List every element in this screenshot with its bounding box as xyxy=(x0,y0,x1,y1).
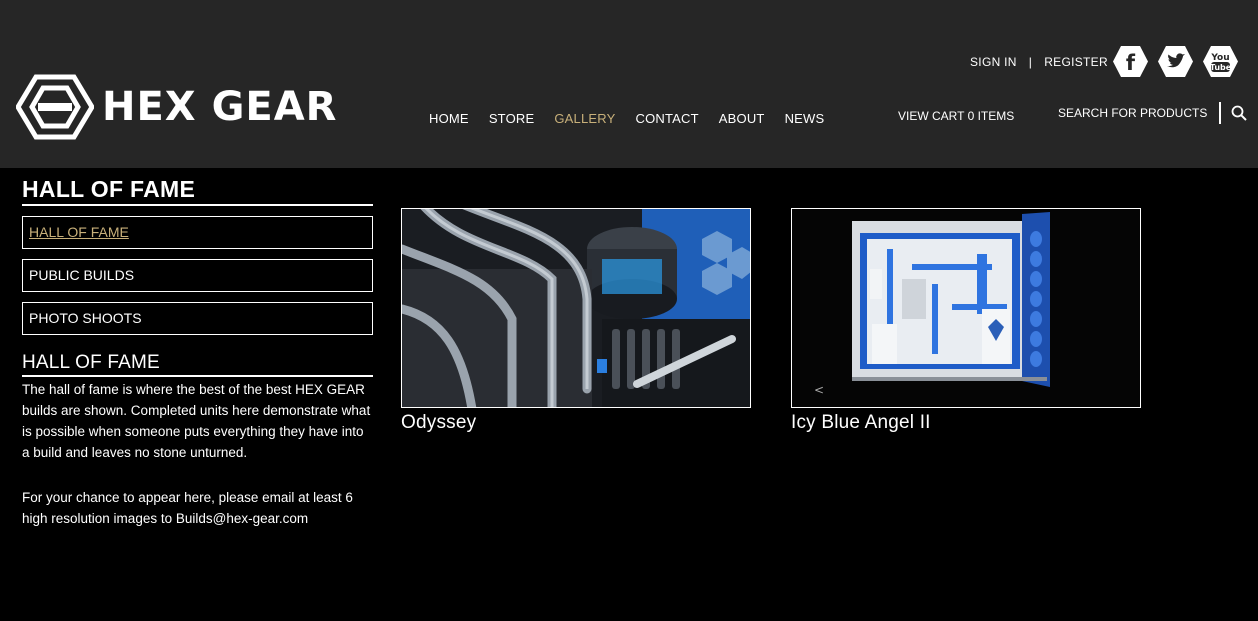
section-title: HALL OF FAME xyxy=(22,352,373,377)
gallery-sidebar: HALL OF FAME HALL OF FAME PUBLIC BUILDS … xyxy=(22,176,373,529)
nav-home[interactable]: HOME xyxy=(429,111,469,126)
search-input[interactable]: SEARCH FOR PRODUCTS xyxy=(1058,106,1207,120)
brand-logo[interactable]: HEX GEAR xyxy=(16,74,337,140)
account-divider: | xyxy=(1028,55,1033,69)
site-header: HEX GEAR SIGN IN | REGISTER f You Tube H… xyxy=(0,0,1258,168)
social-links: f You Tube xyxy=(1112,45,1239,78)
brand-name: HEX GEAR xyxy=(102,84,338,130)
main-nav: HOME STORE GALLERY CONTACT ABOUT NEWS xyxy=(429,111,844,126)
register-link[interactable]: REGISTER xyxy=(1044,55,1108,69)
submission-text: For your chance to appear here, please e… xyxy=(22,490,353,526)
gallery-item[interactable]: Odyssey xyxy=(401,208,751,434)
youtube-icon[interactable]: You Tube xyxy=(1202,45,1239,78)
icy-blue-angel-image: < xyxy=(792,209,1140,407)
svg-text:<: < xyxy=(814,383,824,397)
nav-store[interactable]: STORE xyxy=(489,111,535,126)
gallery-item-title[interactable]: Icy Blue Angel II xyxy=(791,412,1141,434)
account-links: SIGN IN | REGISTER xyxy=(970,55,1108,69)
description-text: The hall of fame is where the best of th… xyxy=(22,382,371,460)
twitter-icon[interactable] xyxy=(1157,45,1194,78)
sign-in-link[interactable]: SIGN IN xyxy=(970,55,1017,69)
gallery-thumbnail[interactable] xyxy=(401,208,751,408)
search-box[interactable]: SEARCH FOR PRODUCTS xyxy=(1058,102,1248,124)
gallery-item-title[interactable]: Odyssey xyxy=(401,412,751,434)
gallery-item[interactable]: < Icy Blue Angel II xyxy=(791,208,1141,434)
nav-news[interactable]: NEWS xyxy=(785,111,825,126)
nav-contact[interactable]: CONTACT xyxy=(636,111,699,126)
nav-gallery[interactable]: GALLERY xyxy=(554,111,615,126)
svg-text:Tube: Tube xyxy=(1210,63,1232,72)
category-photo-shoots[interactable]: PHOTO SHOOTS xyxy=(22,302,373,335)
hex-logo-icon xyxy=(16,74,94,140)
category-public-builds[interactable]: PUBLIC BUILDS xyxy=(22,259,373,292)
view-cart-link[interactable]: VIEW CART 0 ITEMS xyxy=(898,109,1014,123)
search-icon[interactable] xyxy=(1231,105,1248,121)
nav-about[interactable]: ABOUT xyxy=(719,111,765,126)
odyssey-image xyxy=(402,209,750,407)
page-title: HALL OF FAME xyxy=(22,176,373,206)
svg-text:You: You xyxy=(1210,53,1229,63)
svg-text:f: f xyxy=(1126,51,1136,75)
search-divider xyxy=(1219,102,1222,124)
facebook-icon[interactable]: f xyxy=(1112,45,1149,78)
category-hall-of-fame[interactable]: HALL OF FAME xyxy=(22,216,373,249)
gallery-thumbnail[interactable]: < xyxy=(791,208,1141,408)
